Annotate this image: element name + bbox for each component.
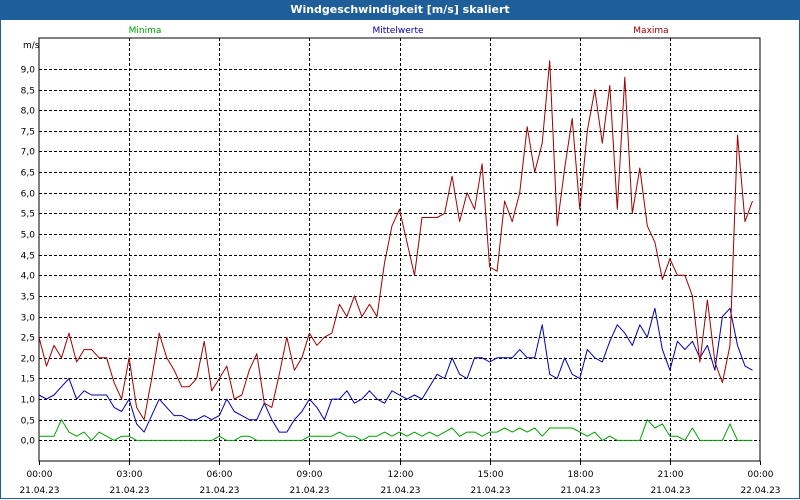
x-tick-time: 03:00 bbox=[117, 470, 143, 480]
y-tick-label: 9,0 bbox=[21, 66, 36, 76]
y-tick-label: 7,0 bbox=[21, 148, 36, 158]
legend-entry-maxima: Maxima bbox=[633, 26, 668, 36]
y-tick-label: 8,5 bbox=[21, 87, 35, 97]
x-tick-time: 00:00 bbox=[27, 470, 53, 480]
x-tick-time: 12:00 bbox=[388, 470, 414, 480]
x-tick-date: 21.04.23 bbox=[19, 486, 59, 496]
y-tick-label: 4,5 bbox=[21, 252, 35, 262]
x-tick-date: 21.04.23 bbox=[380, 486, 420, 496]
y-tick-label: 8,0 bbox=[21, 107, 36, 117]
x-tick-date: 21.04.23 bbox=[199, 486, 239, 496]
x-tick-date: 22.04.23 bbox=[740, 486, 780, 496]
y-tick-label: 5,0 bbox=[21, 231, 36, 241]
x-tick-time: 09:00 bbox=[297, 470, 323, 480]
y-tick-label: 4,0 bbox=[21, 272, 36, 282]
y-tick-label: 2,5 bbox=[21, 334, 35, 344]
x-tick-time: 06:00 bbox=[207, 470, 233, 480]
plot-border bbox=[38, 37, 761, 462]
x-tick-date: 21.04.23 bbox=[289, 486, 329, 496]
x-tick-time: 00:00 bbox=[748, 470, 774, 480]
y-tick-label: 6,0 bbox=[21, 190, 36, 200]
y-axis-label: m/s bbox=[23, 41, 40, 51]
x-tick-date: 21.04.23 bbox=[470, 486, 510, 496]
x-tick-date: 21.04.23 bbox=[650, 486, 690, 496]
series-line-maxima bbox=[38, 60, 753, 421]
y-tick-label: 2,0 bbox=[21, 355, 36, 365]
y-tick-label: 3,0 bbox=[21, 314, 36, 324]
x-tick-time: 15:00 bbox=[478, 470, 504, 480]
y-tick-label: 1,5 bbox=[21, 375, 35, 385]
x-tick-date: 21.04.23 bbox=[109, 486, 149, 496]
x-tick-time: 21:00 bbox=[658, 470, 684, 480]
legend: Minima Mittelwerte Maxima bbox=[129, 26, 669, 36]
y-tick-label: 7,5 bbox=[21, 128, 35, 138]
legend-entry-minima: Minima bbox=[129, 26, 162, 36]
y-tick-label: 0,5 bbox=[21, 417, 35, 427]
x-tick-time: 18:00 bbox=[568, 470, 594, 480]
series-line-mittelwerte bbox=[38, 307, 753, 433]
grid-lines bbox=[39, 38, 760, 461]
series-layer bbox=[38, 60, 753, 441]
axes: 0,0 0,5 1,0 1,5 2,0 2,5 3,0 3,5 4,0 4,5 5,0 5,5 6,0 6… bbox=[19, 37, 781, 496]
x-tick-date: 21.04.23 bbox=[560, 486, 600, 496]
y-tick-label: 3,5 bbox=[21, 293, 35, 303]
y-tick-label: 5,5 bbox=[21, 210, 35, 220]
y-tick-label: 1,0 bbox=[21, 396, 36, 406]
legend-entry-mittelwerte: Mittelwerte bbox=[372, 26, 423, 36]
series-line-minima bbox=[39, 419, 753, 441]
y-tick-label: 6,5 bbox=[21, 169, 35, 179]
y-tick-label: 0,0 bbox=[21, 437, 36, 447]
chart-area: 0,0 0,5 1,0 1,5 2,0 2,5 3,0 3,5 4,0 4,5 5,0 5,5 6,0 6… bbox=[19, 26, 781, 496]
